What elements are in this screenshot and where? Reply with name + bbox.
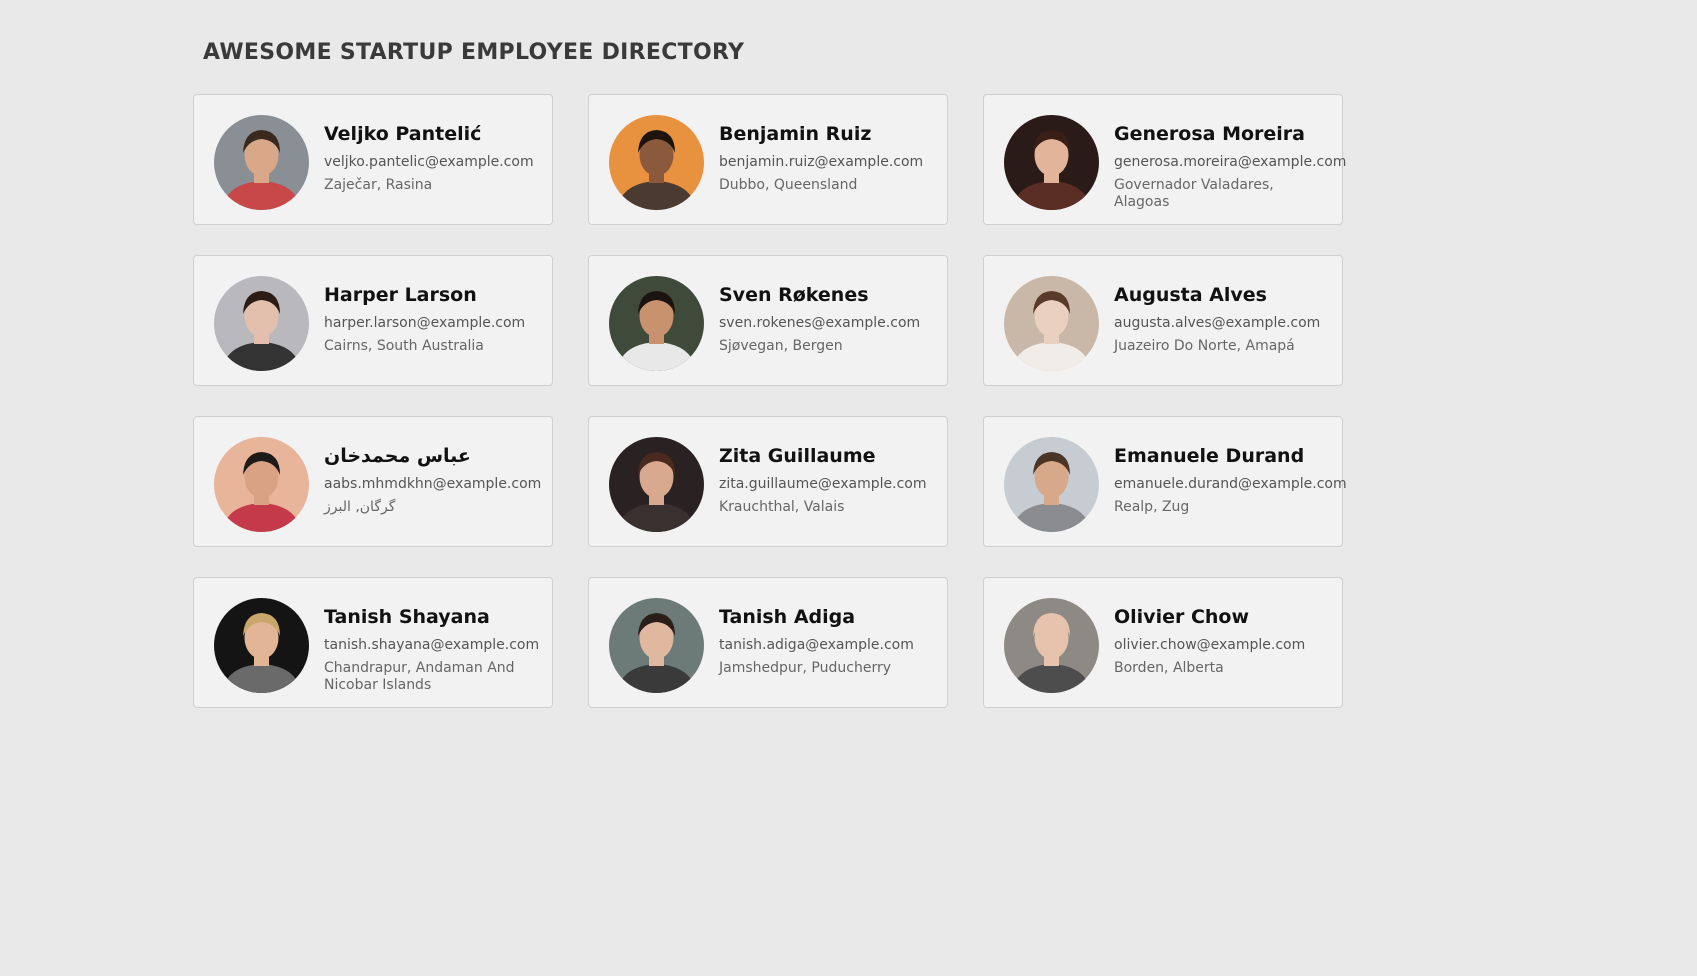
employee-card[interactable]: Harper Larson harper.larson@example.com … [193, 255, 553, 386]
employee-card[interactable]: Benjamin Ruiz benjamin.ruiz@example.com … [588, 94, 948, 225]
employee-info: Augusta Alves augusta.alves@example.com … [1114, 276, 1320, 355]
employee-location: Governador Valadares, Alagoas [1114, 177, 1274, 210]
employee-info: Generosa Moreira generosa.moreira@exampl… [1114, 115, 1347, 211]
employee-info: عباس محمدخان aabs.mhmdkhn@example.com گر… [324, 437, 541, 516]
employee-name: عباس محمدخان [324, 445, 471, 467]
employee-card[interactable]: Tanish Adiga tanish.adiga@example.com Ja… [588, 577, 948, 708]
avatar [609, 598, 704, 693]
employee-card[interactable]: Veljko Pantelić veljko.pantelic@example.… [193, 94, 553, 225]
employee-name: Tanish Adiga [719, 606, 856, 628]
directory-page: AWESOME STARTUP EMPLOYEE DIRECTORY Veljk… [0, 0, 1697, 976]
employee-name: Sven Røkenes [719, 284, 869, 306]
employee-location: Cairns, South Australia [324, 338, 484, 354]
employee-email: zita.guillaume@example.com [719, 476, 927, 492]
avatar [214, 437, 309, 532]
employee-card[interactable]: Tanish Shayana tanish.shayana@example.co… [193, 577, 553, 708]
employee-email: veljko.pantelic@example.com [324, 154, 534, 170]
page-title: AWESOME STARTUP EMPLOYEE DIRECTORY [203, 40, 745, 65]
employee-info: Tanish Adiga tanish.adiga@example.com Ja… [719, 598, 914, 677]
employee-card[interactable]: Emanuele Durand emanuele.durand@example.… [983, 416, 1347, 547]
employee-email: generosa.moreira@example.com [1114, 154, 1347, 170]
avatar [214, 276, 309, 371]
employee-name: Augusta Alves [1114, 284, 1267, 306]
employee-location: گرگان, البرز [324, 499, 396, 515]
employee-email: emanuele.durand@example.com [1114, 476, 1347, 492]
employee-email: aabs.mhmdkhn@example.com [324, 476, 542, 492]
employee-location: Dubbo, Queensland [719, 177, 858, 193]
employee-location: Borden, Alberta [1114, 660, 1224, 676]
employee-email: sven.rokenes@example.com [719, 315, 921, 331]
employee-email: tanish.shayana@example.com [324, 637, 540, 653]
employee-name: Benjamin Ruiz [719, 123, 872, 145]
employee-grid: Veljko Pantelić veljko.pantelic@example.… [193, 94, 1347, 708]
employee-info: Veljko Pantelić veljko.pantelic@example.… [324, 115, 534, 194]
employee-name: Tanish Shayana [324, 606, 490, 628]
employee-location: Krauchthal, Valais [719, 499, 845, 515]
employee-email: harper.larson@example.com [324, 315, 526, 331]
employee-card[interactable]: عباس محمدخان aabs.mhmdkhn@example.com گر… [193, 416, 553, 547]
employee-info: Benjamin Ruiz benjamin.ruiz@example.com … [719, 115, 923, 194]
employee-email: olivier.chow@example.com [1114, 637, 1306, 653]
avatar [609, 115, 704, 210]
avatar [609, 276, 704, 371]
employee-card[interactable]: Generosa Moreira generosa.moreira@exampl… [983, 94, 1347, 225]
employee-name: Emanuele Durand [1114, 445, 1305, 467]
avatar [1004, 437, 1099, 532]
employee-name: Harper Larson [324, 284, 477, 306]
avatar [1004, 115, 1099, 210]
employee-card[interactable]: Zita Guillaume zita.guillaume@example.co… [588, 416, 948, 547]
employee-email: tanish.adiga@example.com [719, 637, 914, 653]
employee-name: Generosa Moreira [1114, 123, 1305, 145]
employee-name: Zita Guillaume [719, 445, 876, 467]
avatar [609, 437, 704, 532]
employee-location: Chandrapur, Andaman And Nicobar Islands [324, 660, 515, 693]
employee-card[interactable]: Olivier Chow olivier.chow@example.com Bo… [983, 577, 1343, 708]
employee-info: Olivier Chow olivier.chow@example.com Bo… [1114, 598, 1305, 677]
employee-info: Emanuele Durand emanuele.durand@example.… [1114, 437, 1347, 516]
employee-name: Veljko Pantelić [324, 123, 482, 145]
employee-name: Olivier Chow [1114, 606, 1250, 628]
employee-location: Realp, Zug [1114, 499, 1190, 515]
employee-email: augusta.alves@example.com [1114, 315, 1321, 331]
employee-card[interactable]: Sven Røkenes sven.rokenes@example.com Sj… [588, 255, 948, 386]
avatar [1004, 598, 1099, 693]
avatar [214, 598, 309, 693]
employee-email: benjamin.ruiz@example.com [719, 154, 924, 170]
employee-location: Jamshedpur, Puducherry [719, 660, 891, 676]
avatar [214, 115, 309, 210]
employee-location: Juazeiro Do Norte, Amapá [1114, 338, 1295, 354]
avatar [1004, 276, 1099, 371]
employee-info: Zita Guillaume zita.guillaume@example.co… [719, 437, 927, 516]
employee-location: Sjøvegan, Bergen [719, 338, 843, 354]
employee-card[interactable]: Augusta Alves augusta.alves@example.com … [983, 255, 1343, 386]
employee-location: Zaječar, Rasina [324, 177, 433, 193]
employee-info: Tanish Shayana tanish.shayana@example.co… [324, 598, 539, 694]
employee-info: Harper Larson harper.larson@example.com … [324, 276, 525, 355]
employee-info: Sven Røkenes sven.rokenes@example.com Sj… [719, 276, 920, 355]
